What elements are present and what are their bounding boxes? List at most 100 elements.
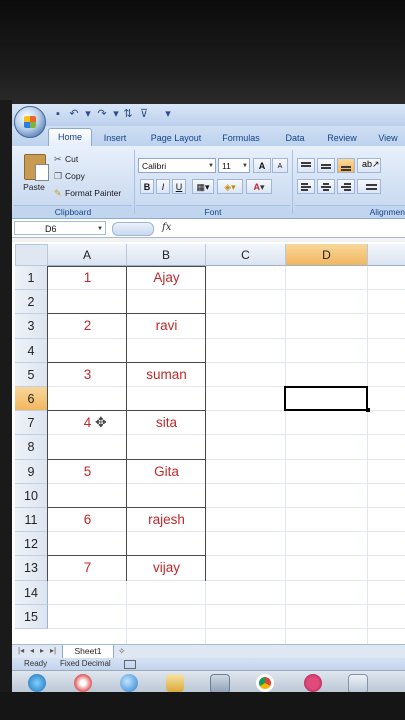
customize-qat-icon[interactable]: ▾: [162, 108, 174, 120]
sort-icon[interactable]: ⇅: [122, 108, 134, 120]
office-button[interactable]: [14, 106, 46, 138]
align-middle-button[interactable]: [317, 158, 335, 173]
row-header-10[interactable]: 10: [15, 483, 48, 508]
orientation-button[interactable]: ab↗: [357, 158, 381, 173]
tab-page-layout[interactable]: Page Layout: [144, 130, 208, 146]
tab-data[interactable]: Data: [280, 130, 310, 146]
formula-bar-splitter[interactable]: [112, 222, 154, 236]
fill-bucket-icon: ◈▾: [224, 182, 236, 192]
first-sheet-icon[interactable]: |◂: [18, 646, 24, 655]
font-color-button[interactable]: A▾: [246, 179, 272, 194]
cell-a5[interactable]: 3: [48, 363, 127, 387]
media-player-icon[interactable]: [74, 674, 92, 692]
cell-b5[interactable]: suman: [127, 363, 206, 387]
row-header-7[interactable]: 7: [15, 411, 48, 436]
tab-view[interactable]: View: [374, 130, 402, 146]
folder-icon[interactable]: [166, 674, 184, 692]
italic-button[interactable]: I: [156, 179, 170, 194]
cut-button[interactable]: ✂ Cut: [54, 152, 78, 166]
copy-button[interactable]: ❐ Copy: [54, 169, 85, 183]
redo-icon[interactable]: ↷: [96, 108, 108, 120]
row-header-15[interactable]: 15: [15, 604, 48, 629]
tab-insert[interactable]: Insert: [98, 130, 132, 146]
cell-b11[interactable]: rajesh: [127, 508, 206, 532]
indent-button[interactable]: [357, 179, 381, 194]
tab-formulas[interactable]: Formulas: [218, 130, 264, 146]
active-cell-d6[interactable]: [284, 386, 368, 412]
fill-handle[interactable]: [366, 408, 370, 413]
insert-function-icon[interactable]: fx: [162, 222, 171, 233]
row-header-14[interactable]: 14: [15, 580, 48, 605]
next-sheet-icon[interactable]: ▸: [40, 646, 44, 655]
column-header-c[interactable]: C: [206, 244, 286, 266]
font-size-combo[interactable]: 11 ▼: [218, 158, 250, 173]
redo-dropdown-icon[interactable]: ▾: [110, 108, 122, 120]
font-name-combo[interactable]: Calibri ▼: [138, 158, 216, 173]
insert-sheet-icon[interactable]: ✧: [118, 646, 126, 657]
formula-bar: D6 ▼ fx: [12, 219, 405, 238]
cell-b9[interactable]: Gita: [127, 460, 206, 484]
word-taskbar-icon[interactable]: [348, 674, 368, 694]
cell-b1[interactable]: Ajay: [127, 266, 206, 290]
row-header-13[interactable]: 13: [15, 556, 48, 581]
prev-sheet-icon[interactable]: ◂: [30, 646, 34, 655]
cell-b3[interactable]: ravi: [127, 314, 206, 338]
align-center-button[interactable]: [317, 179, 335, 194]
column-header-b[interactable]: B: [127, 244, 206, 266]
align-right-button[interactable]: [337, 179, 355, 194]
row-header-8[interactable]: 8: [15, 435, 48, 460]
cell-b13[interactable]: vijay: [127, 556, 206, 580]
column-header-a[interactable]: A: [48, 244, 127, 266]
fill-color-button[interactable]: ◈▾: [217, 179, 243, 194]
align-bottom-button[interactable]: [337, 158, 355, 173]
internet-explorer-icon[interactable]: [120, 674, 138, 692]
cell-a9[interactable]: 5: [48, 460, 127, 484]
cell-a7[interactable]: 4: [48, 411, 127, 435]
worksheet-grid[interactable]: A B C D 1 2 3 4 5 6 7 8 9 10 11 12 13 14 15 1 Ajay 2 ravi 3 suma…: [12, 242, 405, 644]
cell-a3[interactable]: 2: [48, 314, 127, 338]
align-top-button[interactable]: [297, 158, 315, 173]
shrink-font-button[interactable]: A: [272, 158, 288, 173]
align-left-button[interactable]: [297, 179, 315, 194]
cell-a11[interactable]: 6: [48, 508, 127, 532]
underline-button[interactable]: U: [172, 179, 186, 194]
cell-a13[interactable]: 7: [48, 556, 127, 580]
grow-font-button[interactable]: A: [253, 158, 271, 173]
select-all-corner[interactable]: [15, 244, 48, 266]
tab-home[interactable]: Home: [48, 128, 92, 147]
bold-button[interactable]: B: [140, 179, 154, 194]
filter-icon[interactable]: ⊽: [138, 108, 150, 120]
last-sheet-icon[interactable]: ▸|: [50, 646, 56, 655]
row-header-11[interactable]: 11: [15, 508, 48, 533]
sheet-tab-sheet1[interactable]: Sheet1: [62, 645, 114, 659]
paste-button[interactable]: Paste: [20, 152, 49, 198]
cell-b7[interactable]: sita: [127, 411, 206, 435]
name-box[interactable]: D6 ▼: [14, 221, 106, 235]
format-painter-button[interactable]: ✎ Format Painter: [54, 186, 121, 200]
undo-icon[interactable]: ↶: [68, 108, 80, 120]
chrome-icon[interactable]: [256, 674, 274, 692]
row-header-1[interactable]: 1: [15, 266, 48, 291]
row-header-5[interactable]: 5: [15, 362, 48, 387]
borders-button[interactable]: ▦▾: [192, 179, 214, 194]
row-header-9[interactable]: 9: [15, 459, 48, 484]
row-header-6[interactable]: 6: [15, 387, 48, 412]
row-header-12[interactable]: 12: [15, 532, 48, 557]
excel-taskbar-icon[interactable]: [210, 674, 230, 694]
column-header-next[interactable]: [368, 244, 405, 266]
name-box-value: D6: [45, 224, 57, 234]
monitor-bezel-bottom: [0, 692, 405, 720]
column-header-d[interactable]: D: [286, 244, 368, 266]
tab-review[interactable]: Review: [324, 130, 360, 146]
save-icon[interactable]: ▪: [52, 108, 64, 120]
undo-dropdown-icon[interactable]: ▾: [82, 108, 94, 120]
start-button-icon[interactable]: [28, 674, 46, 692]
format-painter-label: Format Painter: [65, 188, 122, 198]
row-header-4[interactable]: 4: [15, 338, 48, 363]
row-header-3[interactable]: 3: [15, 314, 48, 339]
chevron-down-icon: ▼: [97, 226, 103, 232]
app-icon[interactable]: [304, 674, 322, 692]
row-header-2[interactable]: 2: [15, 290, 48, 315]
cell-a1[interactable]: 1: [48, 266, 127, 290]
macro-record-icon[interactable]: [124, 660, 136, 669]
